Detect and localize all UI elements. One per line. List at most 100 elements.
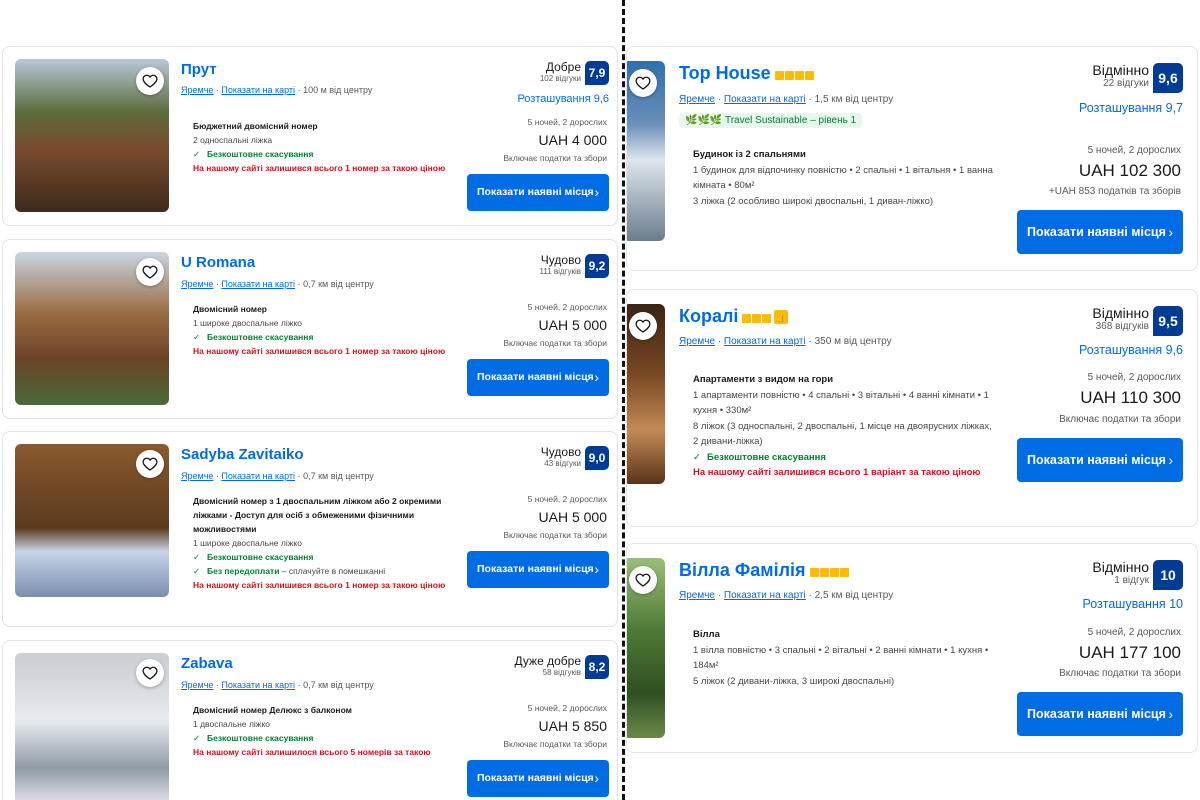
favorite-heart-icon[interactable]: [629, 69, 657, 97]
bed-info: 5 ліжок (2 дивани-ліжка, 3 широкі двоспа…: [693, 675, 895, 687]
show-on-map-link[interactable]: Показати на карті: [221, 85, 295, 95]
city-link[interactable]: Яремче: [181, 471, 213, 481]
distance-text: 100 м від центру: [303, 85, 373, 95]
review-score[interactable]: Чудово 43 відгуки 9,0: [541, 446, 609, 470]
chevron-right-icon: ›: [594, 561, 599, 577]
show-on-map-link[interactable]: Показати на карті: [724, 336, 806, 347]
favorite-heart-icon[interactable]: [136, 659, 164, 687]
property-card: Sadyba Zavitaiko Яремче · Показати на ка…: [2, 431, 618, 627]
room-details: 1 вілла повністю • 3 спальні • 2 вітальн…: [693, 644, 989, 672]
property-title[interactable]: Top House: [679, 63, 815, 85]
city-link[interactable]: Яремче: [679, 94, 715, 105]
room-name: Будинок із 2 спальнями: [693, 149, 806, 160]
show-availability-button[interactable]: Показати наявні місця ›: [1017, 210, 1183, 254]
bed-info: 3 ліжка (2 особливо широкі двоспальні, 1…: [693, 195, 934, 207]
location-score: Розташування 9,6: [1078, 343, 1183, 357]
room-name: Вілла: [693, 629, 720, 640]
star-icon: [809, 567, 819, 577]
review-count: 58 відгуків: [542, 668, 581, 677]
show-on-map-link[interactable]: Показати на карті: [724, 94, 806, 105]
show-on-map-link[interactable]: Показати на карті: [221, 680, 295, 690]
room-name: Апартаменти з видом на гори: [693, 374, 834, 385]
review-score[interactable]: Дуже добре 58 відгуків 8,2: [515, 655, 609, 679]
favorite-heart-icon[interactable]: [136, 67, 164, 95]
show-on-map-link[interactable]: Показати на карті: [221, 279, 295, 289]
taxes-note: Включає податки та збори: [1059, 414, 1181, 425]
show-availability-button[interactable]: Показати наявні місця ›: [1017, 438, 1183, 482]
room-info: Будинок із 2 спальнями 1 будинок для від…: [693, 147, 1003, 209]
room-info: Апартаменти з видом на гори 1 апартамент…: [693, 372, 995, 481]
property-title[interactable]: Вілла Фамілія: [679, 560, 850, 582]
review-score[interactable]: Добре 102 відгуки 7,9: [540, 61, 609, 85]
review-score[interactable]: Відмінно 368 відгуків 9,5: [1092, 306, 1183, 336]
location-line: Яремче · Показати на карті · 350 м від ц…: [679, 336, 892, 347]
checkmark-icon: ✓: [193, 149, 201, 159]
room-info: Двомісний номер 1 широке двоспальне ліжк…: [193, 302, 448, 358]
review-score[interactable]: Відмінно 1 відгук 10: [1092, 560, 1183, 590]
property-title[interactable]: Sadyba Zavitaiko: [181, 446, 304, 463]
bed-info: 2 односпальні ліжка: [193, 135, 273, 145]
button-label: Показати наявні місця: [1027, 225, 1166, 239]
cancellation-text: Безкоштовне скасування: [207, 552, 314, 562]
show-availability-button[interactable]: Показати наявні місця ›: [467, 174, 609, 211]
sustainability-text: Travel Sustainable – рівень 1: [724, 115, 857, 126]
button-label: Показати наявні місця: [1027, 707, 1166, 721]
location-line: Яремче · Показати на карті · 2,5 км від …: [679, 590, 894, 601]
sustainability-badge[interactable]: 🌿🌿🌿 Travel Sustainable – рівень 1: [679, 113, 863, 128]
price: UAH 102 300: [1078, 161, 1181, 180]
property-title[interactable]: U Romana: [181, 254, 255, 271]
taxes-note: Включає податки та збори: [503, 530, 607, 540]
review-count: 43 відгуки: [544, 459, 581, 468]
chevron-right-icon: ›: [594, 369, 599, 385]
show-availability-button[interactable]: Показати наявні місця ›: [467, 359, 609, 396]
property-title[interactable]: Zabava: [181, 655, 233, 672]
favorite-heart-icon[interactable]: [136, 450, 164, 478]
show-availability-button[interactable]: Показати наявні місця ›: [467, 551, 609, 588]
chevron-right-icon: ›: [1168, 224, 1173, 240]
location-score: Розташування 10: [1082, 597, 1183, 611]
show-availability-button[interactable]: Показати наявні місця ›: [467, 760, 609, 797]
city-link[interactable]: Яремче: [679, 336, 715, 347]
star-icon: [794, 70, 804, 80]
chevron-right-icon: ›: [594, 770, 599, 786]
button-label: Показати наявні місця: [477, 563, 594, 575]
star-icon: [774, 70, 784, 80]
city-link[interactable]: Яремче: [181, 680, 213, 690]
star-icon: [819, 567, 829, 577]
checkmark-icon: ✓: [193, 332, 201, 342]
city-link[interactable]: Яремче: [181, 279, 213, 289]
favorite-heart-icon[interactable]: [629, 312, 657, 340]
taxes-note: Включає податки та збори: [1059, 668, 1181, 679]
property-title[interactable]: Прут: [181, 61, 217, 78]
checkmark-icon: ✓: [193, 733, 201, 743]
distance-text: 0,7 км від центру: [303, 471, 374, 481]
star-icon: [829, 567, 839, 577]
property-title[interactable]: Коралі 👍: [679, 306, 789, 328]
taxes-note: +UAH 853 податків та зборів: [1048, 186, 1181, 197]
show-on-map-link[interactable]: Показати на карті: [724, 590, 806, 601]
scarcity-message: На нашому сайті залишився всього 1 номер…: [193, 346, 446, 356]
favorite-heart-icon[interactable]: [629, 566, 657, 594]
button-label: Показати наявні місця: [1027, 453, 1166, 467]
favorite-heart-icon[interactable]: [136, 258, 164, 286]
property-name: Коралі: [679, 306, 739, 326]
city-link[interactable]: Яремче: [181, 85, 213, 95]
score-badge: 10: [1153, 560, 1183, 590]
score-badge: 9,5: [1153, 306, 1183, 336]
show-on-map-link[interactable]: Показати на карті: [221, 471, 295, 481]
star-icon: [804, 70, 814, 80]
price: UAH 177 100: [1078, 643, 1181, 662]
show-availability-button[interactable]: Показати наявні місця ›: [1017, 692, 1183, 736]
review-score[interactable]: Чудово 111 відгуків 9,2: [539, 254, 609, 278]
review-score[interactable]: Відмінно 22 відгуки 9,6: [1092, 63, 1183, 93]
score-word: Чудово: [540, 253, 581, 267]
price: UAH 110 300: [1080, 388, 1181, 407]
prepay-note: – сплачуйте в помешканні: [281, 566, 386, 576]
property-name: Вілла Фамілія: [679, 560, 806, 580]
property-card: Коралі 👍 Яремче · Показати на карті · 350…: [626, 289, 1198, 527]
score-badge: 8,2: [585, 655, 609, 679]
city-link[interactable]: Яремче: [679, 590, 715, 601]
star-rating: [774, 64, 815, 85]
thumbs-up-icon: 👍: [774, 310, 789, 325]
property-card: Top House Яремче · Показати на карті · 1…: [626, 46, 1198, 271]
